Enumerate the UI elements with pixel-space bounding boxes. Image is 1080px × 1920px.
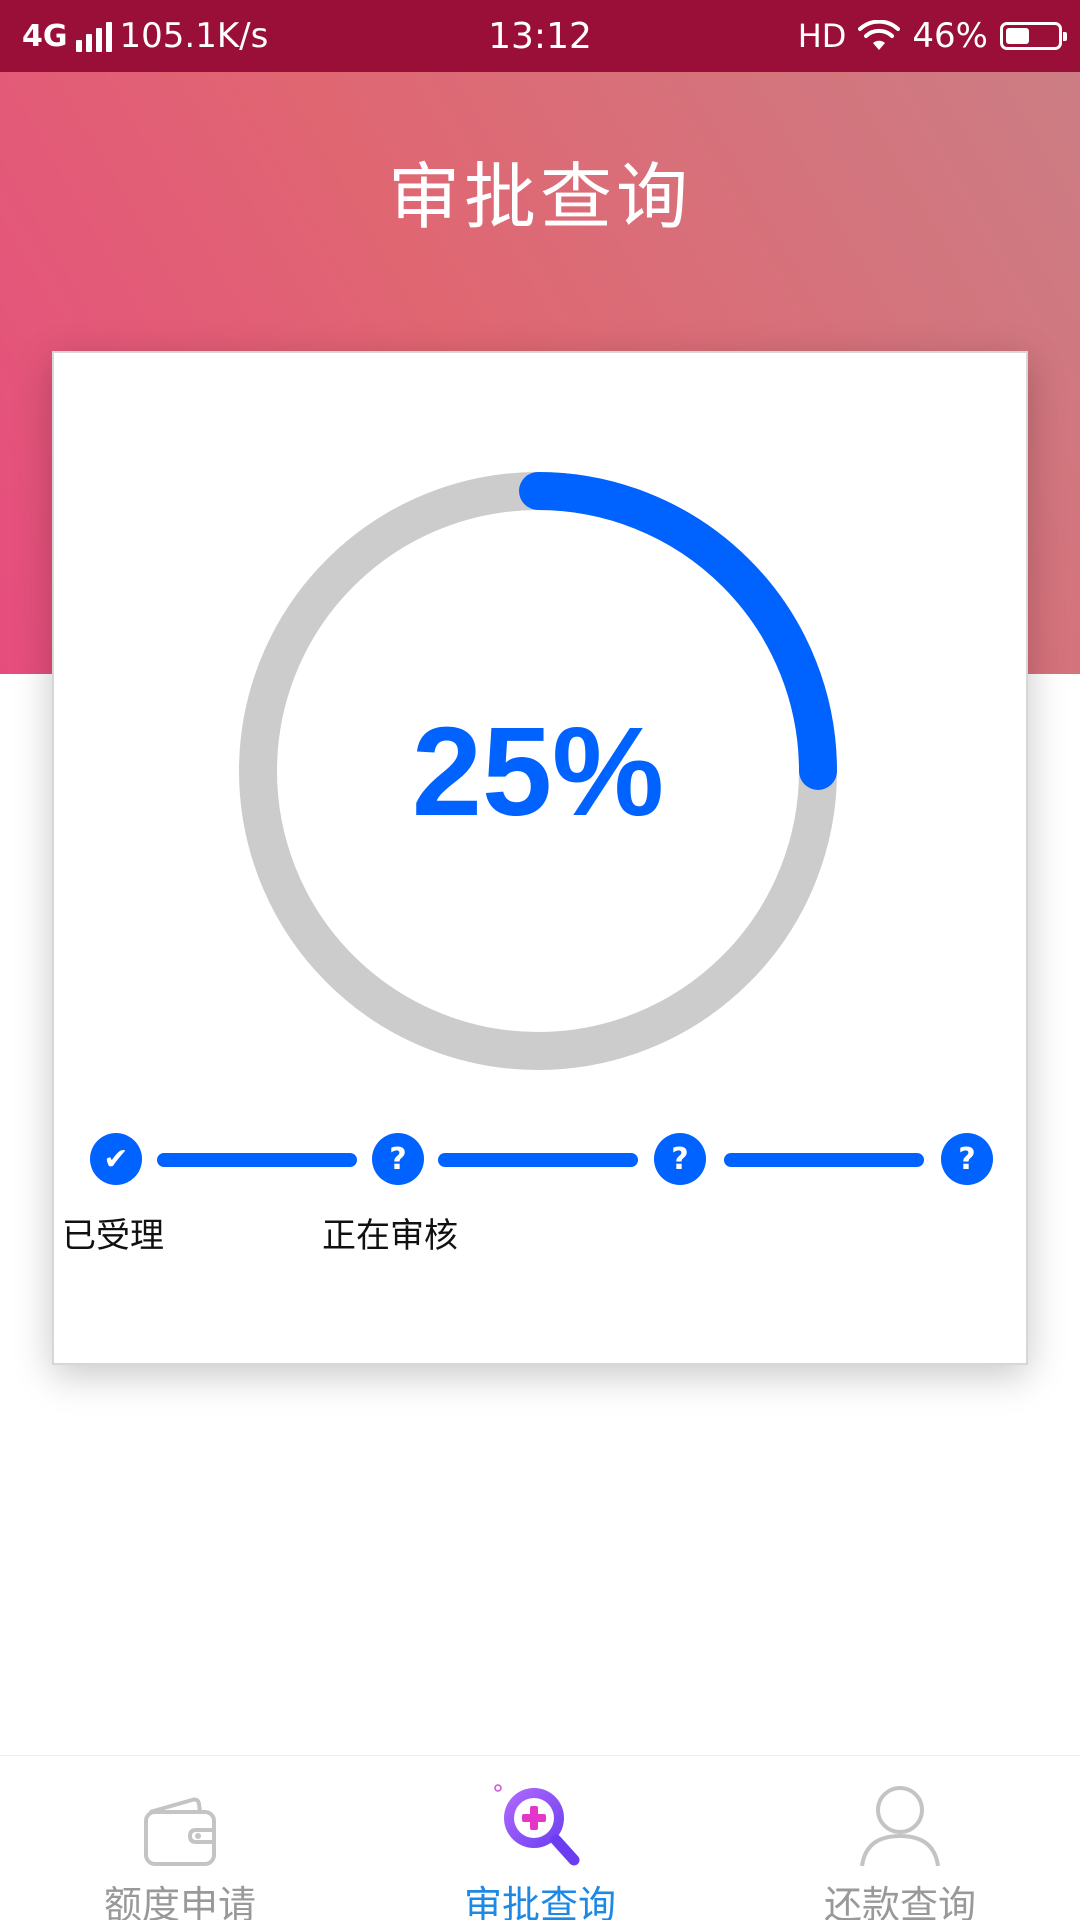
step-1-check-icon: ✔ — [90, 1133, 142, 1185]
status-bar: 4G 105.1K/s 13:12 HD 46% — [0, 0, 1080, 72]
status-right: HD 46% — [797, 0, 1067, 72]
app-screen: 4G 105.1K/s 13:12 HD 46% 审批查询 25% ✔ ? ? … — [0, 0, 1080, 1920]
step-4-question-icon: ? — [941, 1133, 993, 1185]
nav-label-repayment-query: 还款查询 — [823, 1883, 976, 1920]
wifi-icon — [858, 20, 901, 50]
step-connector-3 — [724, 1153, 924, 1167]
page-title: 审批查询 — [387, 155, 692, 239]
step-2-question-icon: ? — [372, 1133, 424, 1185]
step-1-label: 已受理 — [62, 1216, 164, 1256]
nav-item-repayment-query[interactable]: 还款查询 — [720, 1756, 1080, 1920]
battery-icon — [1000, 22, 1067, 50]
approval-progress-card: 25% ✔ ? ? ? 已受理 正在审核 — [52, 351, 1028, 1365]
step-connector-1 — [157, 1153, 357, 1167]
hd-indicator: HD — [797, 17, 847, 55]
step-2-label: 正在审核 — [322, 1216, 458, 1256]
bottom-nav: 额度申请 审批查询 还款查询 — [0, 1755, 1080, 1920]
step-3-question-icon: ? — [654, 1133, 706, 1185]
step-connector-2 — [438, 1153, 638, 1167]
user-icon — [860, 1786, 940, 1867]
battery-fill — [1006, 28, 1029, 44]
nav-item-credit-apply[interactable]: 额度申请 — [0, 1756, 360, 1920]
progress-percentage: 25% — [411, 700, 665, 842]
nav-label-approval-query: 审批查询 — [463, 1883, 616, 1920]
nav-label-credit-apply: 额度申请 — [103, 1883, 256, 1920]
nav-item-approval-query[interactable]: 审批查询 — [360, 1756, 720, 1920]
search-plus-icon — [494, 1784, 580, 1866]
wallet-icon — [144, 1797, 216, 1866]
battery-percent: 46% — [912, 16, 988, 56]
